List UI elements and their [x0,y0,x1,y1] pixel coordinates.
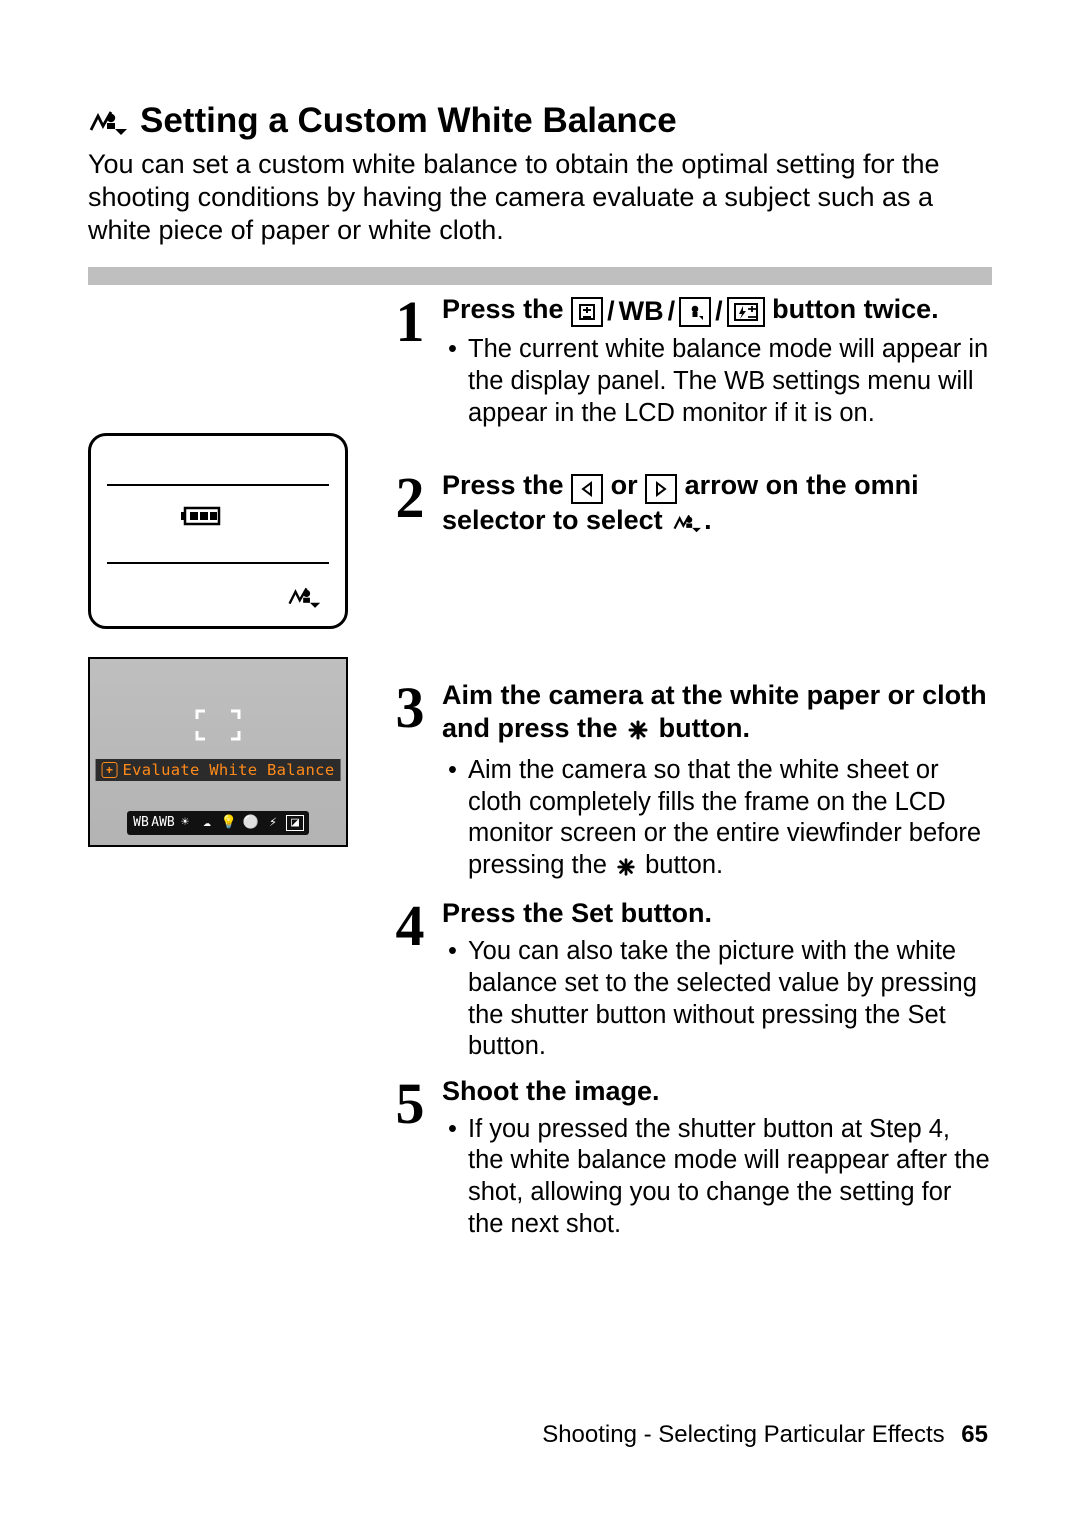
step-lead: Press the / WB / / [442,294,939,324]
step-3: 3 Aim the camera at the white paper or c… [388,679,992,887]
title-text: Setting a Custom White Balance [140,100,677,142]
custom-wb-icon [88,106,128,136]
step-lead: Aim the camera at the white paper or clo… [442,680,987,743]
evaluate-icon [102,762,118,778]
asterisk-button-icon [616,854,636,886]
intro-paragraph: You can set a custom white balance to ob… [88,148,992,247]
step-number: 3 [388,679,432,732]
asterisk-button-icon [627,716,649,749]
flash-comp-button-icon [727,297,765,327]
custom-wb-glyph-icon [287,583,321,614]
step-number: 2 [388,469,432,522]
step-bullets: Aim the camera so that the white sheet o… [442,755,992,885]
custom-wb-inline-icon [672,508,702,541]
footer-page-number: 65 [961,1421,988,1448]
left-arrow-icon [571,474,603,504]
microphone-button-icon [679,297,711,327]
step-number: 4 [388,897,432,950]
step-number: 5 [388,1075,432,1128]
step-number: 1 [388,293,432,346]
step-lead: Press the or arrow on the omni selector … [442,470,919,535]
section-title: Setting a Custom White Balance [88,100,992,142]
step-lead: Shoot the image. [442,1076,660,1106]
step-bullets: The current white balance mode will appe… [442,334,992,429]
lcd-icon-bar: WB AWB ☀ ☁ 💡 ⚪ ⚡ ◪ [127,811,309,835]
step-bullets: You can also take the picture with the w… [442,936,992,1062]
right-column: 1 Press the / WB / [388,293,992,1252]
step-1: 1 Press the / WB / [388,293,992,431]
step-bullets: If you pressed the shutter button at Ste… [442,1114,992,1240]
battery-icon [181,504,227,533]
divider-bar [88,267,992,285]
display-panel-figure [88,433,348,629]
right-arrow-icon [645,474,677,504]
step-5: 5 Shoot the image. If you pressed the sh… [388,1075,992,1242]
lcd-label: Evaluate White Balance [96,759,341,781]
left-column: Evaluate White Balance WB AWB ☀ ☁ 💡 ⚪ ⚡ … [88,293,348,847]
manual-page: Setting a Custom White Balance You can s… [0,0,1080,1529]
step-lead: Press the Set button. [442,898,712,928]
footer-section: Shooting - Selecting Particular Effects [542,1421,944,1448]
step-2: 2 Press the or arrow on the omni selecto… [388,469,992,541]
lcd-preview-figure: Evaluate White Balance WB AWB ☀ ☁ 💡 ⚪ ⚡ … [88,657,348,847]
exposure-button-icon [571,297,603,327]
page-footer: Shooting - Selecting Particular Effects … [542,1421,988,1449]
step-4: 4 Press the Set button. You can also tak… [388,897,992,1064]
